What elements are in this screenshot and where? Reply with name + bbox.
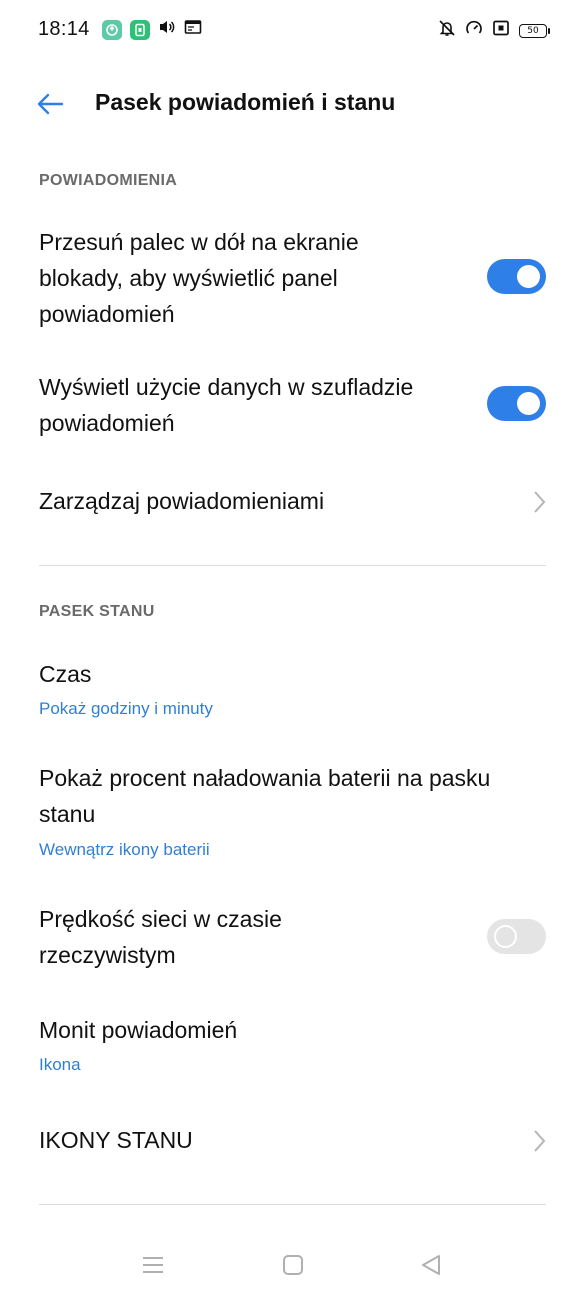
toggle-network-speed[interactable]: [487, 919, 546, 954]
menu-button[interactable]: [138, 1250, 168, 1280]
toggle-knob: [517, 392, 540, 415]
page-title: Pasek powiadomień i stanu: [95, 89, 396, 115]
arrow-left-icon: [37, 93, 64, 115]
setting-title: Czas: [39, 661, 92, 687]
toggle-knob: [517, 265, 540, 288]
window-icon: [184, 19, 202, 40]
setting-row-lockscreen-swipe[interactable]: Przesuń palec w dół na ekranie blokady, …: [0, 224, 585, 334]
section-divider: [39, 565, 546, 566]
back-triangle-icon: [422, 1255, 440, 1275]
back-button[interactable]: [34, 88, 66, 120]
app-icon-green-1: [102, 19, 122, 40]
chevron-right-icon: [534, 1130, 546, 1152]
toggle-lockscreen-swipe[interactable]: [487, 259, 546, 294]
setting-title: Prędkość sieci w czasie rzeczywistym: [39, 906, 282, 968]
menu-icon: [143, 1257, 163, 1273]
home-button[interactable]: [278, 1250, 308, 1280]
home-square-icon: [283, 1255, 303, 1275]
status-time: 18:14: [38, 18, 90, 40]
setting-subtitle: Ikona: [39, 1055, 81, 1074]
setting-row-notification-prompt[interactable]: Monit powiadomień Ikona: [0, 1012, 585, 1082]
setting-title: IKONY STANU: [39, 1127, 193, 1153]
setting-title: Pokaż procent naładowania baterii na pas…: [39, 765, 491, 827]
setting-title: Przesuń palec w dół na ekranie blokady, …: [39, 229, 359, 327]
setting-title: Zarządzaj powiadomieniami: [39, 488, 325, 514]
battery-icon: 50: [519, 23, 550, 38]
setting-row-battery-percent[interactable]: Pokaż procent naładowania baterii na pas…: [0, 760, 585, 870]
nfc-icon: [492, 19, 510, 42]
setting-subtitle: Pokaż godziny i minuty: [39, 699, 213, 718]
section-header-notifications: POWIADOMIENIA: [39, 172, 178, 189]
setting-title: Wyświetl użycie danych w szufladzie powi…: [39, 374, 414, 436]
status-left-icons: [102, 19, 202, 40]
setting-subtitle: Wewnątrz ikony baterii: [39, 840, 210, 859]
status-bar: 18:14 50: [0, 0, 585, 60]
bell-off-icon: [438, 19, 456, 42]
setting-row-time[interactable]: Czas Pokaż godziny i minuty: [0, 656, 585, 726]
setting-row-data-usage[interactable]: Wyświetl użycie danych w szufladzie powi…: [0, 369, 585, 445]
app-header: Pasek powiadomień i stanu: [0, 80, 585, 126]
navigation-bar: [0, 1240, 585, 1290]
setting-row-network-speed[interactable]: Prędkość sieci w czasie rzeczywistym: [0, 901, 585, 977]
speedometer-icon: [465, 19, 483, 42]
chevron-right-icon: [534, 491, 546, 513]
back-nav-button[interactable]: [416, 1250, 446, 1280]
setting-title: Monit powiadomień: [39, 1017, 238, 1043]
app-icon-green-2: [130, 19, 150, 40]
setting-row-manage-notifications[interactable]: Zarządzaj powiadomieniami: [0, 483, 585, 523]
section-divider: [39, 1204, 546, 1205]
setting-row-status-icons[interactable]: IKONY STANU: [0, 1122, 585, 1162]
status-right-icons: 50: [438, 19, 550, 42]
toggle-knob: [494, 925, 517, 948]
volume-icon: [158, 19, 176, 40]
section-header-status-bar: PASEK STANU: [39, 603, 155, 620]
toggle-data-usage[interactable]: [487, 386, 546, 421]
